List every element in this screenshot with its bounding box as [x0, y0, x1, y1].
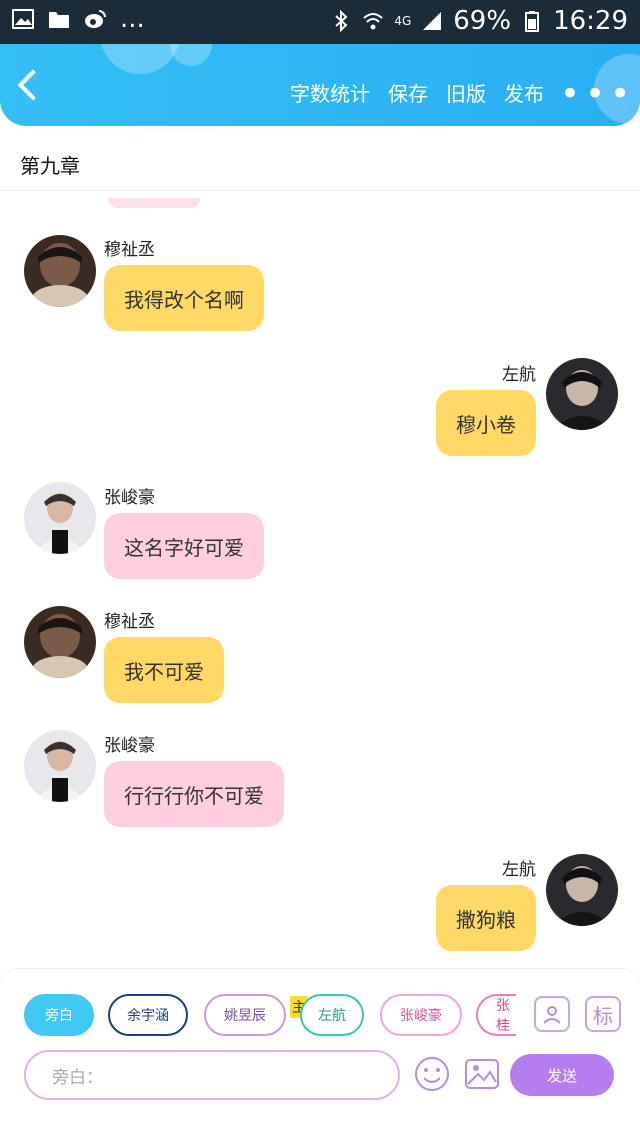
message-bubble[interactable]: 我不可爱 — [104, 637, 224, 703]
avatar[interactable] — [24, 482, 96, 554]
more-notifications: ... — [120, 4, 145, 34]
sender-name: 左航 — [502, 860, 536, 880]
folder-notification-icon — [49, 12, 69, 28]
image-icon[interactable] — [464, 1056, 500, 1092]
previous-message-fragment — [108, 198, 200, 208]
send-button[interactable]: 发送 — [510, 1054, 614, 1096]
wifi-icon — [363, 13, 383, 30]
person-card-icon[interactable] — [534, 996, 570, 1032]
message-bubble[interactable]: 穆小卷 — [436, 390, 536, 456]
avatar[interactable] — [546, 358, 618, 430]
battery-percent: 69% — [453, 6, 512, 36]
tag-button[interactable]: 标 — [585, 996, 621, 1032]
character-chip[interactable]: 姚昱辰 — [204, 994, 286, 1036]
avatar[interactable] — [24, 730, 96, 802]
signal-icon — [423, 12, 442, 30]
avatar[interactable] — [24, 606, 96, 678]
back-icon[interactable] — [17, 69, 49, 101]
message-input[interactable]: 旁白： — [24, 1050, 400, 1100]
save-button[interactable]: 保存 — [388, 78, 428, 107]
sender-name: 左航 — [502, 365, 536, 385]
avatar[interactable] — [546, 854, 618, 926]
decor-bubble — [100, 44, 180, 74]
character-chip[interactable]: 左航 — [300, 994, 364, 1036]
decor-bubble — [170, 44, 212, 66]
clock: 16:29 — [553, 6, 628, 36]
message-bubble[interactable]: 我得改个名啊 — [104, 265, 264, 331]
sender-name: 穆祉丞 — [104, 612, 155, 632]
message-bubble[interactable]: 撒狗粮 — [436, 885, 536, 951]
character-chip[interactable]: 余宇涵 — [108, 994, 188, 1036]
word-count-button[interactable]: 字数统计 — [290, 78, 370, 107]
emoji-icon[interactable] — [414, 1056, 450, 1092]
image-notification-icon — [12, 9, 34, 29]
more-menu-icon[interactable]: ••• — [560, 74, 635, 114]
status-bar: ... 4G 69% 16:29 — [0, 0, 640, 44]
network-type: 4G — [394, 14, 412, 28]
message-bubble[interactable]: 这名字好可爱 — [104, 513, 264, 579]
sender-name: 穆祉丞 — [104, 240, 155, 260]
character-chip-narrator[interactable]: 旁白 — [24, 994, 94, 1036]
divider — [0, 190, 640, 191]
message-bubble[interactable]: 行行行你不可爱 — [104, 761, 284, 827]
battery-icon — [525, 11, 540, 32]
sender-name: 张峻豪 — [104, 488, 155, 508]
top-bar: 字数统计 保存 旧版 发布 ••• — [0, 44, 640, 126]
character-chip-partial[interactable]: 张桂 — [476, 994, 516, 1036]
old-version-button[interactable]: 旧版 — [446, 78, 486, 107]
chapter-title[interactable]: 第九章 — [20, 150, 80, 179]
header-actions: 字数统计 保存 旧版 发布 — [290, 78, 544, 107]
weibo-notification-icon — [85, 10, 106, 28]
sender-name: 张峻豪 — [104, 736, 155, 756]
publish-button[interactable]: 发布 — [504, 78, 544, 107]
app-screen: ... 4G 69% 16:29 字数统计 保存 旧版 发布 ••• 第九章 穆… — [0, 0, 640, 1138]
avatar[interactable] — [24, 235, 96, 307]
character-chip[interactable]: 张峻豪 — [380, 994, 462, 1036]
bluetooth-icon — [335, 10, 348, 32]
